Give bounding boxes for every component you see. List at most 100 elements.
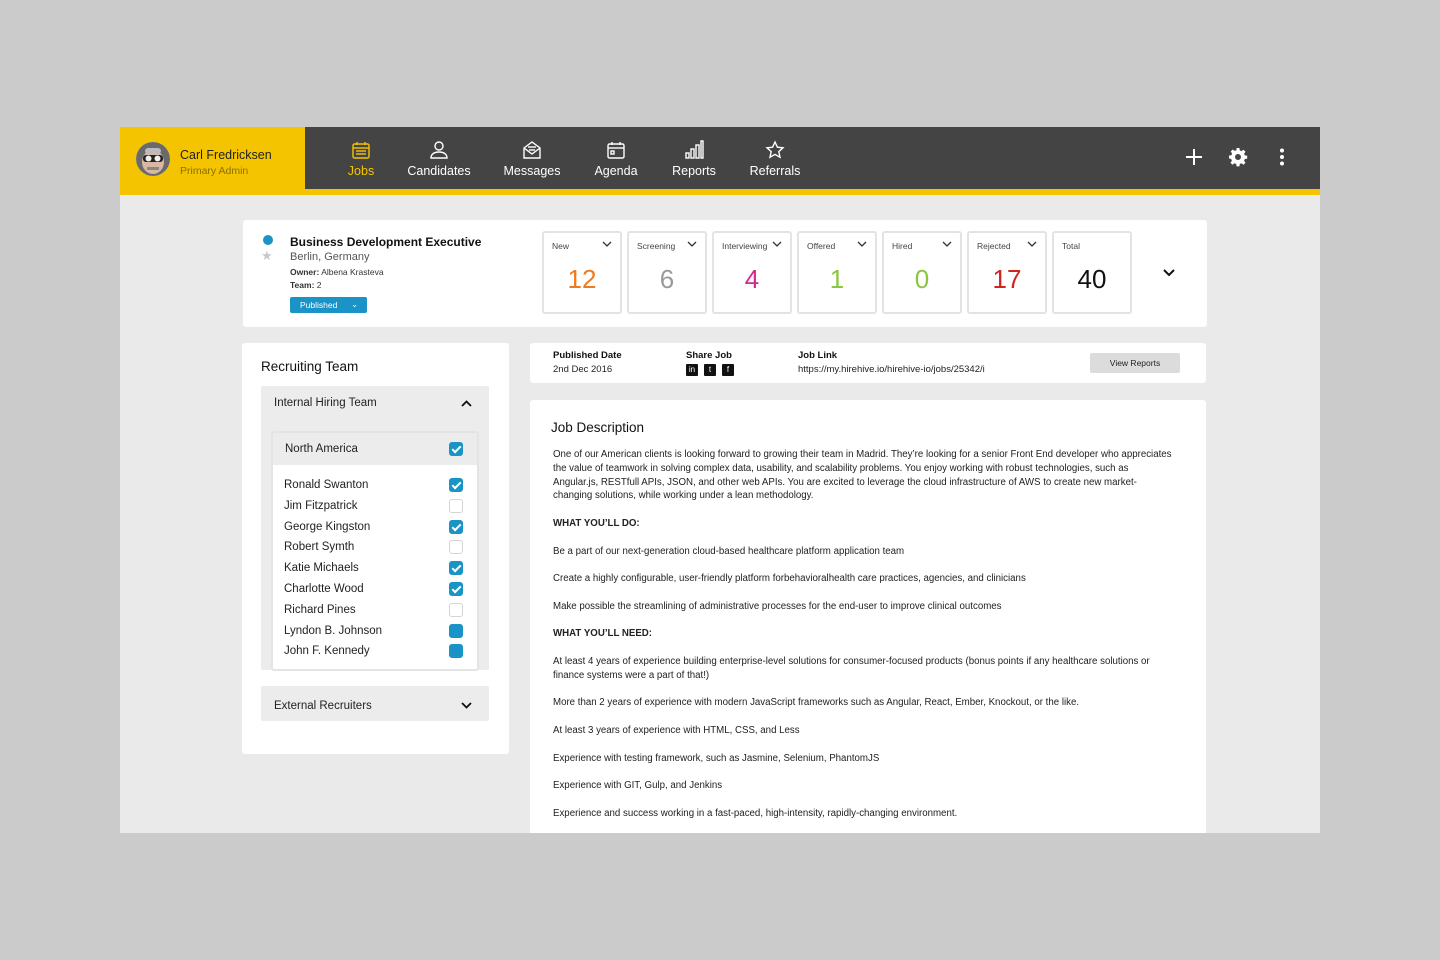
user-profile[interactable]: Carl Fredricksen Primary Admin [120, 127, 305, 195]
team-member-checkbox[interactable] [449, 623, 463, 638]
team-member: Richard Pines [273, 600, 477, 621]
published-date-label: Published Date [553, 350, 622, 361]
team-member-name: Charlotte Wood [284, 582, 364, 595]
accordion-header[interactable]: Internal Hiring Team [261, 386, 489, 420]
share-job-label: Share Job [686, 350, 732, 361]
avatar[interactable] [136, 142, 170, 176]
expand-chevron-icon[interactable] [1161, 265, 1177, 281]
plus-icon[interactable] [1184, 147, 1204, 167]
linkedin-icon[interactable]: in [686, 364, 698, 376]
team-member-checkbox[interactable] [449, 540, 463, 555]
description-paragraph: Experience with testing framework, such … [553, 752, 880, 764]
chevron-down-icon [942, 241, 952, 247]
user-name: Carl Fredricksen [180, 148, 272, 162]
stage-rejected[interactable]: Rejected 17 [967, 231, 1047, 314]
view-reports-button[interactable]: View Reports [1090, 353, 1180, 373]
description-paragraph: Create a highly configurable, user-frien… [553, 573, 1026, 585]
description-title: Job Description [551, 420, 645, 435]
calendar-icon [607, 142, 625, 159]
stage-label: Rejected [977, 241, 1011, 251]
description-paragraph: One of our American clients is looking f… [553, 449, 1172, 502]
description-heading: WHAT YOU’LL DO: [553, 517, 640, 529]
pipeline-stages: New 12 Screening 6 Interviewing 4 Offere… [542, 231, 1132, 314]
accordion-header[interactable]: External Recruiters [261, 686, 489, 721]
team-member-name: Ronald Swanton [284, 479, 369, 491]
nav-referrals[interactable]: Referrals [732, 127, 818, 189]
status-dropdown[interactable]: Published ⌄ [290, 297, 367, 313]
job-title[interactable]: Business Development Executive [290, 235, 481, 249]
job-link-label: Job Link [798, 350, 838, 361]
panel-title: Recruiting Team [261, 359, 359, 374]
accordion-title: Internal Hiring Team [274, 397, 377, 409]
team-member-name: Jim Fitzpatrick [284, 499, 358, 512]
description-paragraph: Experience with GIT, Gulp, and Jenkins [553, 780, 723, 792]
app-window: Carl Fredricksen Primary Admin Jobs Cand… [120, 127, 1320, 833]
stage-count: 17 [992, 264, 1022, 294]
stage-label: New [552, 241, 570, 251]
stage-hired[interactable]: Hired 0 [882, 231, 962, 314]
recruiting-team-panel: Recruiting Team Internal Hiring Team Nor… [242, 343, 509, 754]
stage-new[interactable]: New 12 [542, 231, 622, 314]
stage-label: Interviewing [722, 241, 768, 251]
team-member: Charlotte Wood [273, 579, 477, 600]
chevron-down-icon [687, 241, 697, 247]
stage-interviewing[interactable]: Interviewing 4 [712, 231, 792, 314]
team-member-checkbox[interactable] [449, 602, 463, 617]
main-nav: Jobs Candidates Messages Agenda Reports … [332, 127, 818, 189]
nav-label: Reports [672, 164, 716, 178]
bar-chart-icon [685, 140, 704, 159]
job-location: Berlin, Germany [290, 251, 370, 263]
published-date-value: 2nd Dec 2016 [553, 364, 613, 375]
nav-reports[interactable]: Reports [656, 127, 732, 189]
team-member-checkbox[interactable] [449, 581, 463, 596]
region-checkbox[interactable] [449, 442, 463, 456]
job-summary-card: ★ Business Development Executive Berlin,… [243, 220, 1207, 327]
team-member: Lyndon B. Johnson [273, 621, 477, 642]
nav-jobs[interactable]: Jobs [332, 127, 390, 189]
region-name: North America [285, 443, 358, 455]
team-member-name: Katie Michaels [284, 562, 359, 575]
team-member: John F. Kennedy [273, 641, 477, 662]
stage-total[interactable]: Total 40 [1052, 231, 1132, 314]
team-value: 2 [316, 280, 322, 290]
favorite-star-icon[interactable]: ★ [261, 248, 273, 264]
team-member-checkbox[interactable] [449, 644, 463, 659]
chevron-down-icon [857, 241, 867, 247]
team-member-list: Ronald Swanton Jim Fitzpatrick George King… [273, 465, 477, 662]
description-heading: WHAT YOU’LL NEED: [553, 628, 653, 640]
team-member-checkbox[interactable] [449, 498, 463, 513]
team-member-checkbox[interactable] [449, 519, 463, 534]
header-actions [1184, 147, 1292, 167]
nav-candidates[interactable]: Candidates [390, 127, 488, 189]
description-paragraph: More than 2 years of experience with mod… [553, 697, 1080, 709]
stage-label: Offered [807, 241, 836, 251]
status-dot [263, 235, 273, 245]
gear-icon[interactable] [1228, 147, 1248, 167]
stage-count: 4 [744, 264, 760, 294]
description-paragraph: Experience and success working in a fast… [553, 807, 958, 819]
job-link-value[interactable]: https://my.hirehive.io/hirehive-io/jobs/… [798, 364, 985, 375]
twitter-icon[interactable]: t [704, 364, 716, 376]
stage-label: Hired [892, 241, 913, 251]
status-label: Published [300, 300, 338, 310]
more-vertical-icon[interactable] [1272, 147, 1292, 167]
chevron-down-icon [461, 702, 472, 709]
job-meta-bar: Published Date 2nd Dec 2016 Share Job in… [530, 343, 1206, 383]
stage-screening[interactable]: Screening 6 [627, 231, 707, 314]
team-label: Team: [290, 280, 315, 290]
team-member-name: Lyndon B. Johnson [284, 624, 383, 637]
owner-value: Albena Krasteva [321, 267, 384, 277]
team-member-checkbox[interactable] [449, 561, 463, 576]
facebook-icon[interactable]: f [722, 364, 734, 376]
team-member-checkbox[interactable] [449, 478, 463, 492]
envelope-icon [523, 141, 541, 159]
job-description-card: Job Description One of our American clie… [530, 400, 1206, 833]
nav-agenda[interactable]: Agenda [576, 127, 656, 189]
stage-offered[interactable]: Offered 1 [797, 231, 877, 314]
stage-count: 6 [659, 264, 675, 294]
external-recruiters-accordion: External Recruiters [261, 686, 489, 721]
stage-count: 12 [567, 264, 597, 294]
team-member: George Kingston [273, 517, 477, 538]
nav-label: Messages [503, 164, 561, 178]
nav-messages[interactable]: Messages [488, 127, 576, 189]
